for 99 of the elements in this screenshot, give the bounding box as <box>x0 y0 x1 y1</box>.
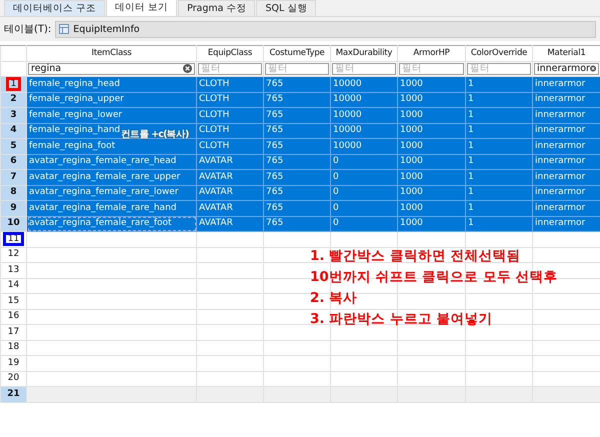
table-cell: 10000 <box>330 138 398 154</box>
table-cell: 1000 <box>398 92 466 108</box>
table-cell: 1000 <box>398 185 466 200</box>
table-cell: 1 <box>466 76 532 92</box>
table-cell: CLOTH <box>196 92 264 108</box>
annotation-text: 3. 파란박스 누르고 붙여넣기 <box>310 310 494 329</box>
table-cell: AVATAR <box>196 200 264 216</box>
table-cell: 765 <box>264 138 330 154</box>
annotation-text: 1. 빨간박스 클릭하면 전체선택됨 <box>310 247 522 266</box>
column-header[interactable]: Material1 <box>532 46 600 61</box>
table-cell: innerarmor <box>532 185 600 200</box>
table-cell: avatar_regina_female_rare_head <box>26 154 196 170</box>
table-cell: 765 <box>264 76 330 92</box>
table-cell: 1000 <box>398 170 466 185</box>
row-number[interactable]: 2 <box>10 94 17 104</box>
table-cell: AVATAR <box>196 216 264 232</box>
table-cell: 765 <box>264 123 330 138</box>
table-cell: 765 <box>264 154 330 170</box>
row-number[interactable]: 5 <box>10 140 17 151</box>
table-cell: CLOTH <box>196 138 264 154</box>
table-cell: innerarmor <box>532 216 600 232</box>
table-cell: 10000 <box>330 108 398 123</box>
table-cell: innerarmor <box>532 76 600 92</box>
table-cell: 0 <box>330 200 398 216</box>
table-cell: 1000 <box>398 154 466 170</box>
table-cell: 10000 <box>330 92 398 108</box>
column-header[interactable]: ArmorHP <box>398 46 466 61</box>
table-cell: 1 <box>466 216 532 232</box>
table-cell: 1000 <box>398 138 466 154</box>
column-header[interactable]: ColorOverride <box>466 46 532 61</box>
table-cell: 0 <box>330 185 398 200</box>
table-cell: avatar_regina_female_rare_hand <box>26 200 196 216</box>
table-cell: CLOTH <box>196 76 264 92</box>
table-cell: 1000 <box>398 123 466 138</box>
table-cell: innerarmor <box>532 92 600 108</box>
clear-icon[interactable] <box>590 64 596 74</box>
table-cell: female_regina_head <box>26 76 196 92</box>
table-cell: innerarmor <box>532 138 600 154</box>
table-cell: innerarmor <box>532 123 600 138</box>
row-number[interactable]: 9 <box>10 202 17 213</box>
table-cell: 1000 <box>398 200 466 216</box>
table-cell: 1 <box>466 138 532 154</box>
table-cell: 10000 <box>330 123 398 138</box>
table-cell: 765 <box>264 170 330 185</box>
table-cell: innerarmor <box>532 108 600 123</box>
table-cell: 765 <box>264 92 330 108</box>
filter-field[interactable]: regina <box>28 62 195 75</box>
annotation-text: 2. 복사 <box>310 289 358 308</box>
row-number[interactable]: 4 <box>10 125 17 136</box>
table-cell: AVATAR <box>196 170 264 185</box>
column-header[interactable]: MaxDurability <box>330 46 398 61</box>
table-cell: 765 <box>264 185 330 200</box>
table-cell: 1 <box>466 200 532 216</box>
column-header[interactable]: ItemClass <box>26 46 196 61</box>
annotation-text: 10번까지 쉬프트 클릭으로 모두 선택후 <box>310 268 558 287</box>
tab[interactable]: Pragma 수정 <box>178 0 256 16</box>
table-cell: 765 <box>264 216 330 232</box>
table-cell: female_regina_upper <box>26 92 196 108</box>
table-cell: innerarmor <box>532 154 600 170</box>
table-cell: 765 <box>264 108 330 123</box>
column-header[interactable]: CostumeType <box>264 46 330 61</box>
table-cell: 0 <box>330 154 398 170</box>
table-cell: female_regina_foot <box>26 138 196 154</box>
table-cell: 1000 <box>398 76 466 92</box>
table-label: 테이블(T): <box>4 22 52 36</box>
table-cell: avatar_regina_female_rare_upper <box>26 170 196 185</box>
table-cell: CLOTH <box>196 123 264 138</box>
table-cell: 1 <box>466 92 532 108</box>
table-cell: 1000 <box>398 108 466 123</box>
tab[interactable]: SQL 실행 <box>256 0 316 16</box>
table-cell: avatar_regina_female_rare_foot <box>26 216 196 232</box>
row-number[interactable]: 6 <box>10 156 17 166</box>
table-cell: 0 <box>330 216 398 232</box>
table-cell: 1 <box>466 154 532 170</box>
table-cell: AVATAR <box>196 185 264 200</box>
table-cell: 1 <box>466 185 532 200</box>
clear-icon[interactable] <box>183 64 192 74</box>
row-number[interactable]: 8 <box>10 187 17 198</box>
column-header[interactable]: EquipClass <box>196 46 264 61</box>
table-cell: 765 <box>264 200 330 216</box>
table-cell: 1000 <box>398 216 466 232</box>
filter-field[interactable]: innerarmor <box>534 62 599 75</box>
row-number[interactable]: 3 <box>10 110 17 120</box>
tab[interactable]: 데이터베이스 구조 <box>4 0 106 16</box>
table-dropdown[interactable]: EquipItemInfo <box>55 20 596 38</box>
table-cell: female_regina_lower <box>26 108 196 123</box>
row-number[interactable]: 7 <box>10 172 17 182</box>
table-cell: avatar_regina_female_rare_lower <box>26 185 196 200</box>
table-cell: 10000 <box>330 76 398 92</box>
tab[interactable]: 데이터 보기 <box>106 0 178 16</box>
table-icon <box>59 24 70 34</box>
table-cell: innerarmor <box>532 200 600 216</box>
table-cell: 1 <box>466 170 532 185</box>
table-cell: CLOTH <box>196 108 264 123</box>
table-cell: innerarmor <box>532 170 600 185</box>
table-cell: 1 <box>466 108 532 123</box>
table-cell: 1 <box>466 123 532 138</box>
table-cell: 0 <box>330 170 398 185</box>
table-cell: AVATAR <box>196 154 264 170</box>
